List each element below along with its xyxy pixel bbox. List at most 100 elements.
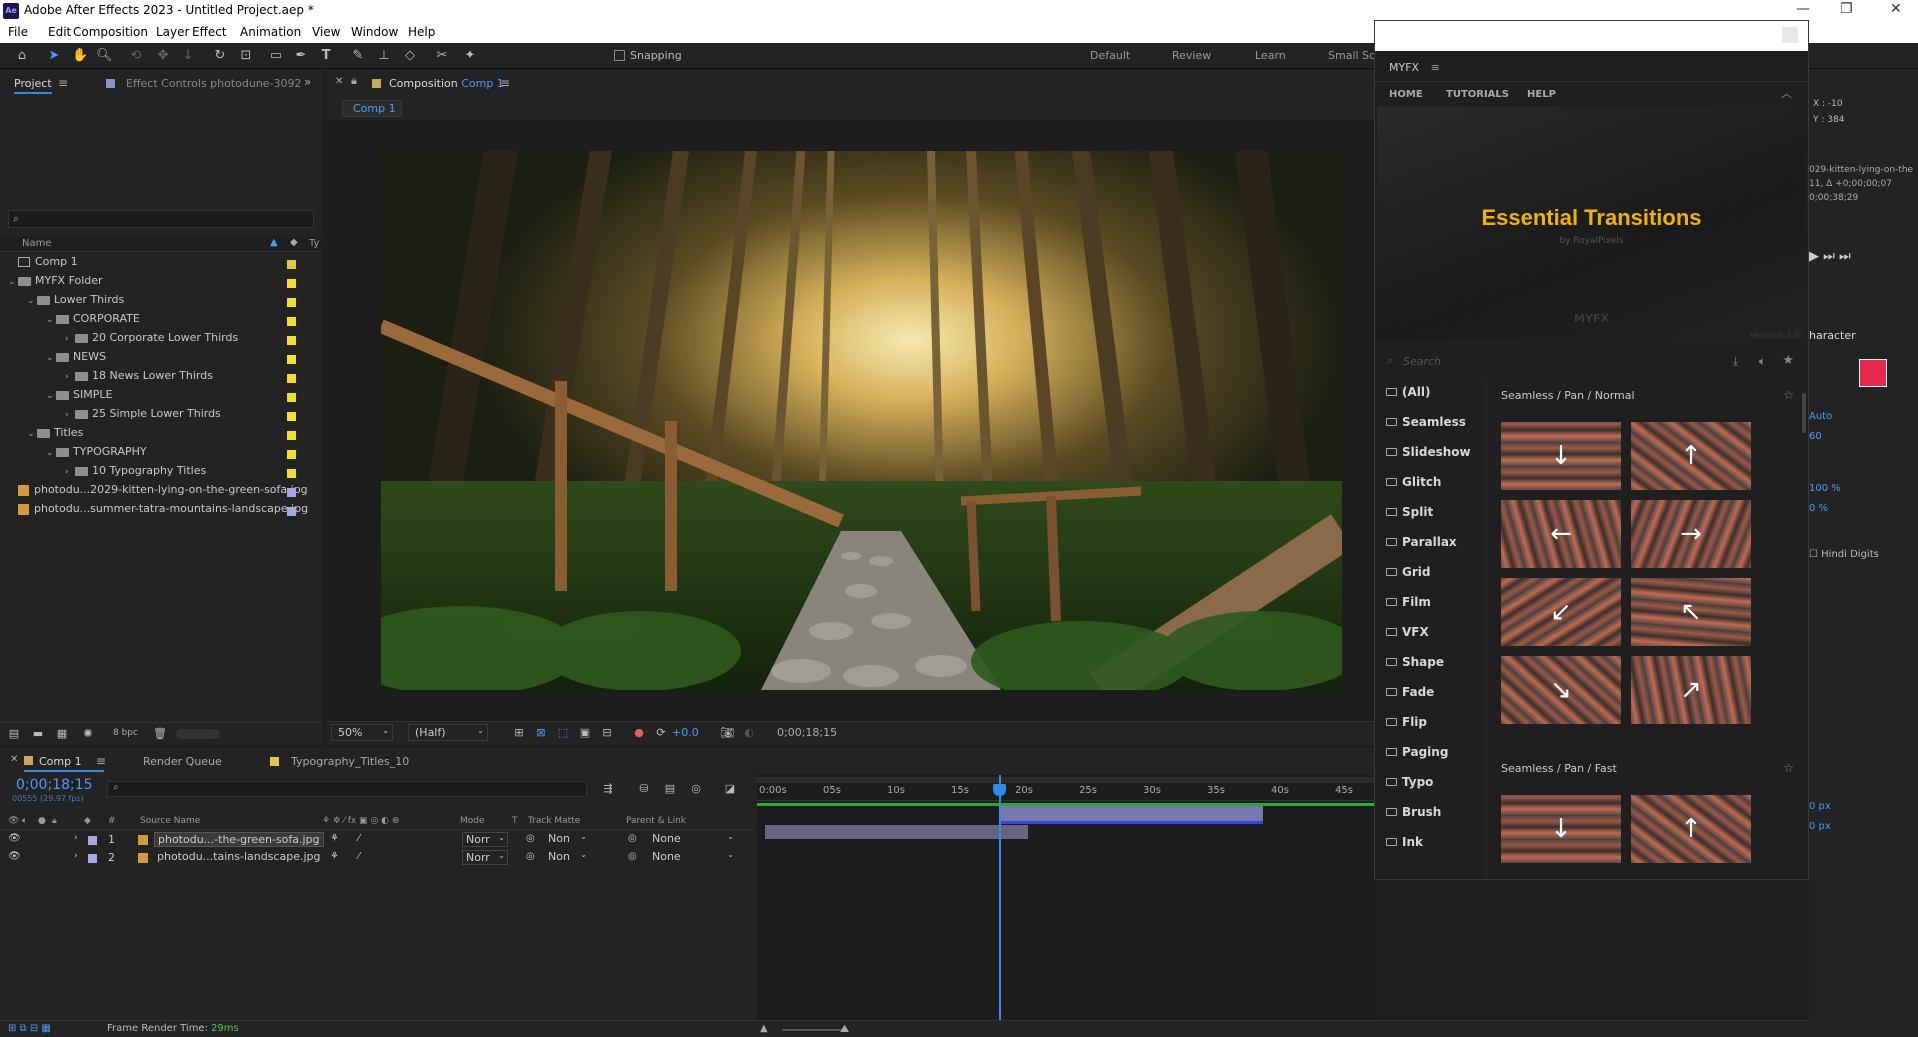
collapse-icon[interactable]: ︿ (1781, 85, 1792, 101)
label-color-swatch[interactable] (287, 412, 296, 421)
category-shape[interactable]: Shape (1386, 655, 1444, 669)
project-folder-item[interactable]: › 20 Corporate Lower Thirds (0, 331, 318, 350)
panel-menu-icon[interactable]: ≡ (58, 76, 68, 90)
transition-thumbnail[interactable]: ↓ (1501, 795, 1621, 863)
transition-thumbnail[interactable]: ↗ (1631, 656, 1751, 724)
label-color-swatch[interactable] (287, 450, 296, 459)
menu-view[interactable]: View (312, 25, 340, 39)
download-icon[interactable]: ⤓ (1733, 354, 1738, 369)
type-column[interactable]: Ty (309, 238, 319, 249)
roto-brush-icon[interactable]: ✂ (434, 48, 450, 64)
eye-icon[interactable]: 👁︎ (8, 851, 21, 862)
chevron-right-icon[interactable]: › (65, 334, 75, 344)
hindi-digits-checkbox[interactable]: ☐ Hindi Digits (1809, 549, 1879, 560)
category-all[interactable]: (All) (1386, 385, 1430, 399)
category-paging[interactable]: Paging (1386, 745, 1448, 759)
scrollbar[interactable] (1802, 393, 1806, 433)
label-color-swatch[interactable] (287, 336, 296, 345)
character-tab[interactable]: haracter (1809, 329, 1856, 342)
draft-3d-icon[interactable]: ⛁ (636, 781, 652, 797)
menu-file[interactable]: File (8, 25, 28, 39)
playhead-handle[interactable] (993, 784, 1006, 796)
guides-icon[interactable]: ▣ (577, 725, 593, 741)
chevron-down-icon[interactable]: ⌄ (27, 429, 37, 439)
new-folder-icon[interactable]: ▬ (30, 726, 46, 742)
exposure-icon[interactable]: ⟳ (653, 725, 669, 741)
chevron-down-icon[interactable]: ⌄ (46, 391, 56, 401)
myfx-search-input[interactable]: Search (1403, 355, 1441, 368)
favorite-star-icon[interactable]: ☆ (1783, 388, 1794, 402)
category-flip[interactable]: Flip (1386, 715, 1427, 729)
space-value[interactable]: 0 px (1809, 821, 1831, 832)
label-color-swatch[interactable] (287, 488, 296, 497)
menu-window[interactable]: Window (351, 25, 398, 39)
category-brush[interactable]: Brush (1386, 805, 1441, 819)
label-color-swatch[interactable] (287, 469, 296, 478)
quality-switch-icon[interactable]: ⁄ (358, 833, 360, 844)
type-tool-icon[interactable]: T (318, 48, 334, 64)
chevron-right-icon[interactable]: › (65, 467, 75, 477)
minimize-icon[interactable]: — (1796, 1, 1810, 17)
menu-effect[interactable]: Effect (192, 25, 227, 39)
tab-comp-timeline[interactable]: Comp 1 (24, 755, 104, 772)
current-timecode[interactable]: 0;00;18;15 (16, 777, 93, 793)
shy-switch-icon[interactable]: ⚘ (330, 851, 339, 862)
transition-thumbnail[interactable]: ↙ (1501, 578, 1621, 646)
quality-switch-icon[interactable]: ⁄ (358, 851, 360, 862)
panel-menu-icon[interactable]: ≡ (500, 76, 510, 90)
project-folder-item[interactable]: › 18 News Lower Thirds (0, 369, 318, 388)
chevron-down-icon[interactable]: ⌄ (46, 448, 56, 458)
transition-thumbnail[interactable]: ↖ (1631, 578, 1751, 646)
new-comp-icon[interactable]: ▦ (54, 726, 70, 742)
pan-tool-icon[interactable]: ✥ (155, 48, 171, 64)
transition-thumbnail[interactable]: ↑ (1631, 422, 1751, 490)
project-folder-item[interactable]: › 10 Typography Titles (0, 464, 318, 483)
comp-mini-flowchart-icon[interactable]: ⇶ (600, 781, 616, 797)
layer-name[interactable]: photodu...tains-landscape.jpg (154, 850, 324, 863)
indent-value[interactable]: 0 px (1809, 801, 1831, 812)
tab-project[interactable]: Project (14, 77, 52, 94)
zoom-in-icon[interactable]: ⛰ (840, 1022, 849, 1036)
hand-tool-icon[interactable]: ✋ (72, 48, 88, 64)
layer-1-bar[interactable] (1001, 806, 1263, 822)
name-column[interactable]: Name (22, 238, 52, 249)
close-tab-icon[interactable]: ✕ (10, 754, 18, 765)
timeline-search-input[interactable]: ⌕ (107, 781, 587, 797)
transparency-grid-icon[interactable]: ⊠ (533, 725, 549, 741)
tab-render-queue[interactable]: Render Queue (143, 755, 222, 768)
layer-row[interactable]: 👁︎ › 1 photodu...-the-green-sofa.jpg ⚘ ⁄ Norr ⌄… (0, 831, 755, 849)
chevron-right-icon[interactable]: › (74, 851, 78, 861)
snapshot-icon[interactable]: 📷︎ (719, 725, 735, 741)
project-folder-item[interactable]: › 25 Simple Lower Thirds (0, 407, 318, 426)
chevron-down-icon[interactable]: ⌄ (8, 277, 18, 287)
anchor-tool-icon[interactable]: ⊡ (238, 48, 254, 64)
close-icon[interactable]: ✕ (1890, 1, 1902, 17)
parent-pickwhip-icon[interactable]: ◎ (628, 851, 637, 862)
label-color-swatch[interactable] (88, 854, 97, 863)
workspace-small-screen[interactable]: Small Scr (1328, 49, 1380, 62)
chevron-down-icon[interactable]: ⌄ (46, 315, 56, 325)
resolution-select[interactable]: (Half) ⌄ (408, 724, 488, 741)
parent-select[interactable]: None ⌄ (646, 850, 736, 865)
myfx-nav-help[interactable]: HELP (1527, 89, 1556, 100)
project-footage-item[interactable]: photodu...summer-tatra-mountains-landsca… (0, 502, 318, 521)
zoom-out-icon[interactable]: ▲ (760, 1023, 768, 1034)
tracking-value[interactable]: 60 (1809, 431, 1822, 442)
pen-tool-icon[interactable]: ✒ (293, 48, 309, 64)
volume-icon[interactable]: 🔈︎ (1759, 354, 1766, 369)
graph-editor-icon[interactable]: ◪ (722, 781, 738, 797)
maximize-icon[interactable]: ❐ (1840, 1, 1853, 17)
category-ink[interactable]: Ink (1386, 835, 1423, 849)
myfx-menu-icon[interactable]: ≡ (1431, 61, 1440, 74)
close-tab-icon[interactable]: ✕ (335, 76, 343, 87)
rectangle-tool-icon[interactable]: ▭ (268, 48, 284, 64)
layer-2-bar[interactable] (765, 825, 1028, 839)
menu-composition[interactable]: Composition (73, 25, 148, 39)
workspace-review[interactable]: Review (1172, 49, 1211, 62)
project-footage-item[interactable]: photodu...2029-kitten-lying-on-the-green… (0, 483, 318, 502)
bit-depth[interactable]: 8 bpc (113, 728, 138, 738)
project-folder-item[interactable]: ⌄ Titles (0, 426, 318, 445)
favorites-icon[interactable]: ★ (1782, 353, 1794, 368)
fill-color-swatch[interactable] (1859, 359, 1887, 387)
grid-icon[interactable]: ⊟ (599, 725, 615, 741)
